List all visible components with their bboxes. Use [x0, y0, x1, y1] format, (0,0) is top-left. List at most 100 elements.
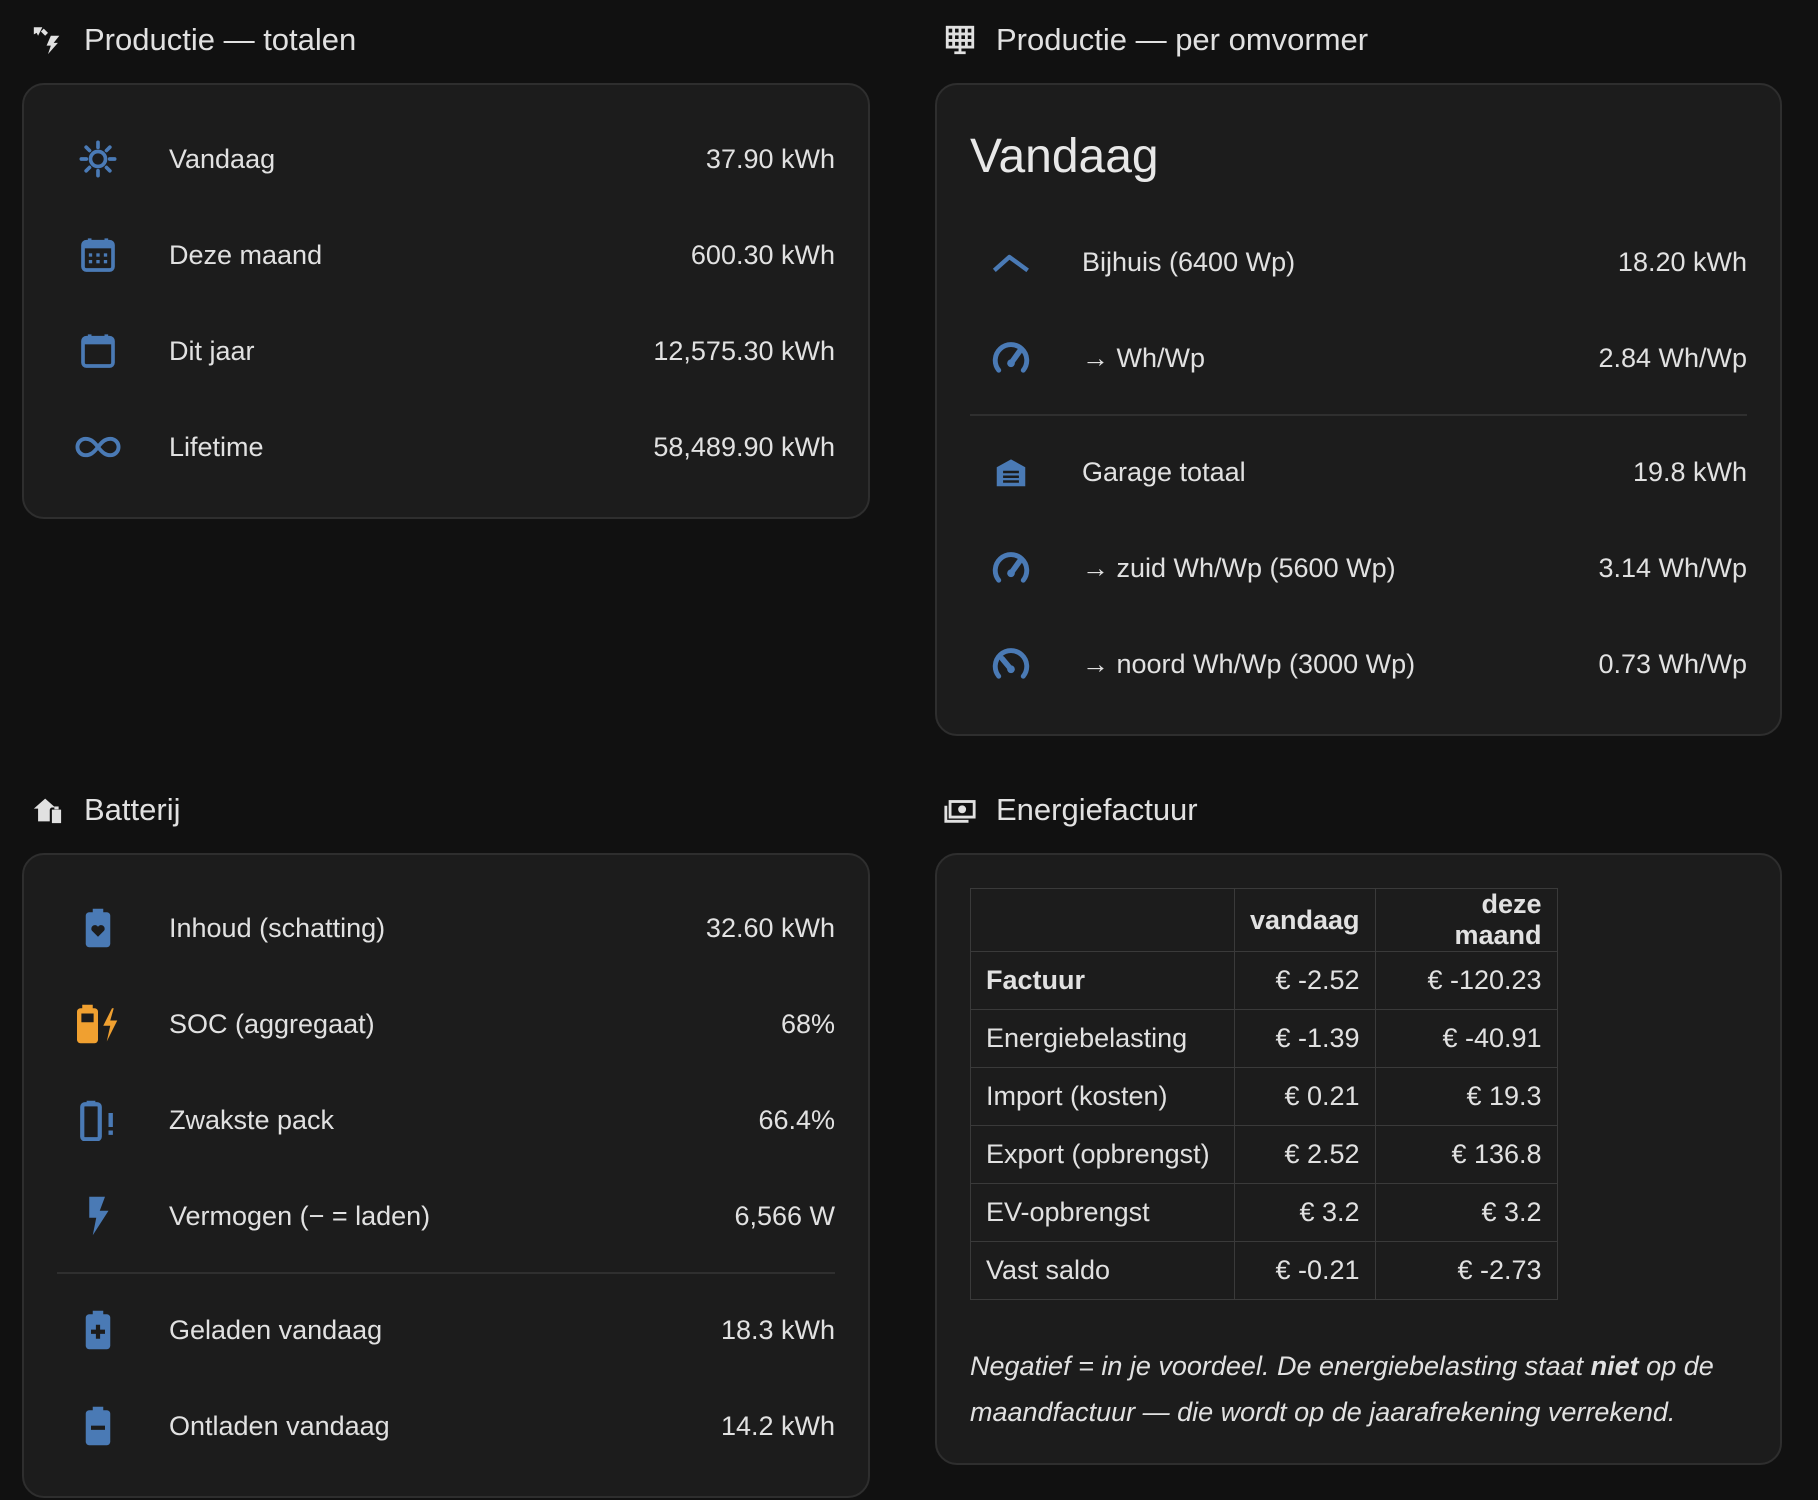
cell-month: € 136.8 [1374, 1125, 1558, 1184]
row-label: Deze maand [169, 239, 323, 270]
row-weakest-pack[interactable]: Zwakste pack 66.4% [24, 1072, 868, 1168]
table-row: Factuur € -2.52 € -120.23 [970, 951, 1558, 1010]
cell-month: € -40.91 [1374, 1009, 1558, 1068]
calendar-month-icon [74, 231, 122, 279]
bill-table: vandaag deze maand Factuur € -2.52 € -12… [970, 888, 1558, 1300]
table-header-row: vandaag deze maand [970, 888, 1558, 952]
garage-icon [987, 448, 1035, 496]
row-label: Import (kosten) [970, 1067, 1235, 1126]
row-garage[interactable]: Garage totaal 19.8 kWh [937, 424, 1780, 520]
row-label: Energiebelasting [970, 1009, 1235, 1068]
cell-today: € -2.52 [1234, 951, 1376, 1010]
row-label: → zuid Wh/Wp (5600 Wp) [1082, 552, 1396, 583]
table-row: Export (opbrengst) € 2.52 € 136.8 [970, 1125, 1558, 1184]
infinity-icon [74, 423, 122, 471]
row-this-year[interactable]: Dit jaar 12,575.30 kWh [24, 303, 868, 399]
row-garage-south[interactable]: → zuid Wh/Wp (5600 Wp) 3.14 Wh/Wp [937, 520, 1780, 616]
column-header: vandaag [1234, 888, 1376, 952]
card-title: Vandaag [970, 130, 1159, 183]
row-label: Lifetime [169, 431, 264, 462]
table-row: Vast saldo € -0.21 € -2.73 [970, 1241, 1558, 1300]
row-value: 0.73 Wh/Wp [1598, 648, 1747, 679]
row-value: 18.3 kWh [720, 1314, 835, 1345]
row-label: Inhoud (schatting) [169, 912, 386, 943]
row-label: Factuur [970, 951, 1235, 1010]
cell-today: € 2.52 [1234, 1125, 1376, 1184]
section-header-bill: Energiefactuur [942, 790, 1198, 830]
row-bijhuis[interactable]: Bijhuis (6400 Wp) 18.20 kWh [937, 214, 1780, 310]
row-bijhuis-whwp[interactable]: → Wh/Wp 2.84 Wh/Wp [937, 310, 1780, 406]
battery-charging-icon [74, 1000, 122, 1048]
battery-plus-icon [74, 1306, 122, 1354]
row-label: EV-opbrengst [970, 1183, 1235, 1242]
row-discharged-today[interactable]: Ontladen vandaag 14.2 kWh [24, 1378, 868, 1474]
row-value: 66.4% [758, 1104, 835, 1135]
row-label: → Wh/Wp [1082, 342, 1206, 373]
column-header [970, 888, 1235, 952]
row-value: 18.20 kWh [1617, 246, 1747, 277]
section-header-production-per-inverter: Productie — per omvormer [942, 20, 1368, 60]
row-label: Vandaag [169, 143, 276, 174]
row-value: 37.90 kWh [705, 143, 835, 174]
card-production-totals: Vandaag 37.90 kWh Deze maand 600.30 kWh … [22, 83, 870, 519]
row-lifetime[interactable]: Lifetime 58,489.90 kWh [24, 399, 868, 495]
card-bill: vandaag deze maand Factuur € -2.52 € -12… [935, 853, 1782, 1465]
row-value: 600.30 kWh [690, 239, 835, 270]
lightning-bolt-icon [74, 1192, 122, 1240]
cell-today: € -1.39 [1234, 1009, 1376, 1068]
table-row: Import (kosten) € 0.21 € 19.3 [970, 1067, 1558, 1126]
calendar-blank-icon [74, 327, 122, 375]
battery-minus-icon [74, 1402, 122, 1450]
home-battery-icon [30, 792, 66, 828]
row-label: Export (opbrengst) [970, 1125, 1235, 1184]
cell-month: € -120.23 [1374, 951, 1558, 1010]
row-label: Garage totaal [1082, 456, 1246, 487]
row-value: 3.14 Wh/Wp [1598, 552, 1747, 583]
column-header: deze maand [1374, 888, 1558, 952]
row-battery-content[interactable]: Inhoud (schatting) 32.60 kWh [24, 880, 868, 976]
row-label: Zwakste pack [169, 1104, 335, 1135]
cell-month: € -2.73 [1374, 1241, 1558, 1300]
roof-icon [987, 238, 1035, 286]
cash-icon [942, 792, 978, 828]
cell-today: € 3.2 [1234, 1183, 1376, 1242]
row-this-month[interactable]: Deze maand 600.30 kWh [24, 207, 868, 303]
table-row: EV-opbrengst € 3.2 € 3.2 [970, 1183, 1558, 1242]
row-value: 2.84 Wh/Wp [1598, 342, 1747, 373]
row-value: 12,575.30 kWh [653, 335, 835, 366]
row-label: → noord Wh/Wp (3000 Wp) [1082, 648, 1416, 679]
sun-icon [74, 135, 122, 183]
divider [57, 1272, 835, 1274]
battery-alert-icon [74, 1096, 122, 1144]
section-title: Energiefactuur [996, 792, 1198, 827]
cell-month: € 19.3 [1374, 1067, 1558, 1126]
battery-heart-icon [74, 904, 122, 952]
row-power[interactable]: Vermogen (− = laden) 6,566 W [24, 1168, 868, 1264]
bill-note: Negatief = in je voordeel. De energiebel… [970, 1343, 1750, 1435]
row-value: 68% [780, 1008, 835, 1039]
row-label: Bijhuis (6400 Wp) [1082, 246, 1296, 277]
cell-month: € 3.2 [1374, 1183, 1558, 1242]
note-emphasis: niet [1590, 1351, 1639, 1381]
section-header-production-totals: Productie — totalen [30, 20, 356, 60]
row-charged-today[interactable]: Geladen vandaag 18.3 kWh [24, 1282, 868, 1378]
card-production-per-inverter: Vandaag Bijhuis (6400 Wp) 18.20 kWh → Wh… [935, 83, 1782, 736]
divider [970, 414, 1747, 416]
section-title: Productie — totalen [84, 22, 357, 57]
row-value: 58,489.90 kWh [653, 431, 835, 462]
gauge-icon [987, 334, 1035, 382]
row-label: Vermogen (− = laden) [169, 1200, 431, 1231]
row-label: Ontladen vandaag [169, 1410, 390, 1441]
row-label: Geladen vandaag [169, 1314, 383, 1345]
row-garage-north[interactable]: → noord Wh/Wp (3000 Wp) 0.73 Wh/Wp [937, 616, 1780, 712]
row-value: 19.8 kWh [1632, 456, 1747, 487]
row-today[interactable]: Vandaag 37.90 kWh [24, 111, 868, 207]
row-label: Vast saldo [970, 1241, 1235, 1300]
table-row: Energiebelasting € -1.39 € -40.91 [970, 1009, 1558, 1068]
row-value: 32.60 kWh [705, 912, 835, 943]
gauge-low-icon [987, 640, 1035, 688]
section-title: Productie — per omvormer [996, 22, 1369, 57]
row-soc[interactable]: SOC (aggregaat) 68% [24, 976, 868, 1072]
row-label: Dit jaar [169, 335, 255, 366]
card-battery: Inhoud (schatting) 32.60 kWh SOC (aggreg… [22, 853, 870, 1498]
